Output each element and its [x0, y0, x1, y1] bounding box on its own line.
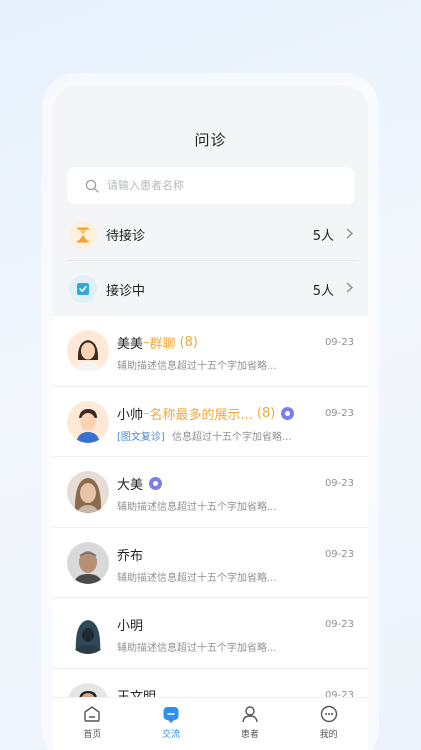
list-item[interactable]: 乔布 09-23 辅助描述信息超过十五个字加省略... — [53, 528, 368, 598]
group-name: 群聊 — [149, 337, 176, 352]
verified-badge-icon — [281, 406, 295, 420]
patient-list: 美美 – 群聊 (8) 09-23 辅助描述信息超过十五个字加省略... 小帅 … — [53, 316, 368, 739]
status-label-waiting: 待接诊 — [106, 229, 146, 244]
hourglass-icon — [69, 220, 97, 249]
search-input[interactable] — [107, 179, 327, 192]
verified-badge-icon — [149, 477, 163, 490]
patient-name: 大美 — [117, 478, 144, 493]
tab-label: 首页 — [83, 730, 102, 740]
description-text: 辅助描述信息超过十五个字加省略... — [117, 502, 277, 513]
bottom-tab-bar: 首页 交流 患者 我的 — [53, 697, 368, 750]
description-text: 信息超过十五个字加省略... — [172, 431, 292, 443]
patient-name-line: 小帅 – 名称最多的展示... (8) — [117, 404, 295, 423]
patient-name: 小明 — [117, 619, 144, 634]
description: 辅助描述信息超过十五个字加省略... — [117, 498, 277, 513]
status-count-waiting: 5人 — [312, 229, 334, 244]
tab-label: 患者 — [240, 730, 259, 740]
patient-name-line: 乔布 — [117, 545, 143, 564]
tab-patients[interactable]: 患者 — [220, 704, 280, 740]
status-label-active: 接诊中 — [106, 283, 146, 299]
patient-name: 乔布 — [117, 548, 144, 564]
app-screen: 问诊 待接诊 5人 接诊中 5人 — [53, 85, 368, 750]
description: 辅助描述信息超过十五个字加省略... — [117, 569, 277, 584]
description: 辅助描述信息超过十五个字加省略... — [117, 639, 277, 654]
consult-tag: [图文复诊] — [117, 431, 165, 443]
status-row-waiting[interactable]: 待接诊 5人 — [67, 209, 357, 261]
group-count: (8) — [179, 335, 198, 350]
avatar — [67, 330, 109, 372]
patient-name: 小帅 — [117, 407, 144, 423]
list-item[interactable]: 大美 09-23 辅助描述信息超过十五个字加省略... — [53, 457, 368, 528]
status-count-active: 5人 — [312, 283, 334, 299]
list-item[interactable]: 小帅 – 名称最多的展示... (8) 09-23 [图文复诊] 信息超过十五个… — [53, 387, 368, 457]
avatar — [67, 400, 109, 443]
tab-chat[interactable]: 交流 — [141, 704, 201, 740]
chat-icon — [163, 707, 179, 723]
user-icon — [242, 706, 258, 723]
chevron-right-icon — [346, 282, 354, 296]
description-text: 辅助描述信息超过十五个字加省略... — [117, 643, 277, 654]
status-row-active[interactable]: 接诊中 5人 — [67, 263, 357, 315]
date: 09-23 — [324, 478, 354, 489]
date: 09-23 — [324, 548, 354, 560]
search-bar[interactable] — [67, 167, 355, 204]
list-item[interactable]: 美美 – 群聊 (8) 09-23 辅助描述信息超过十五个字加省略... — [53, 316, 368, 387]
tab-profile[interactable]: 我的 — [299, 704, 359, 740]
description: 辅助描述信息超过十五个字加省略... — [117, 357, 277, 372]
group-count: (8) — [256, 405, 276, 421]
date: 09-23 — [324, 407, 354, 419]
patient-name-line: 小明 — [117, 615, 143, 634]
group-name: 名称最多的展示... — [149, 407, 253, 423]
date: 09-23 — [324, 337, 354, 348]
tab-label: 我的 — [319, 730, 338, 740]
avatar — [67, 612, 109, 654]
patient-name: 美美 — [117, 337, 144, 352]
tab-label: 交流 — [162, 730, 181, 740]
date: 09-23 — [324, 619, 354, 630]
patient-name-line: 大美 — [117, 474, 163, 493]
patient-name-line: 美美 – 群聊 (8) — [117, 333, 198, 352]
list-item[interactable]: 小明 09-23 辅助描述信息超过十五个字加省略... — [53, 598, 368, 669]
home-icon — [84, 706, 101, 722]
search-icon — [85, 179, 99, 193]
chevron-right-icon — [346, 227, 354, 242]
profile-icon — [320, 705, 337, 723]
tab-home[interactable]: 首页 — [62, 704, 122, 740]
description: [图文复诊] 信息超过十五个字加省略... — [117, 428, 292, 443]
description-text: 辅助描述信息超过十五个字加省略... — [117, 361, 277, 372]
avatar — [67, 471, 109, 513]
description-text: 辅助描述信息超过十五个字加省略... — [117, 572, 277, 584]
page-title: 问诊 — [194, 131, 227, 149]
avatar — [67, 541, 109, 584]
bookmark-icon — [69, 275, 97, 303]
